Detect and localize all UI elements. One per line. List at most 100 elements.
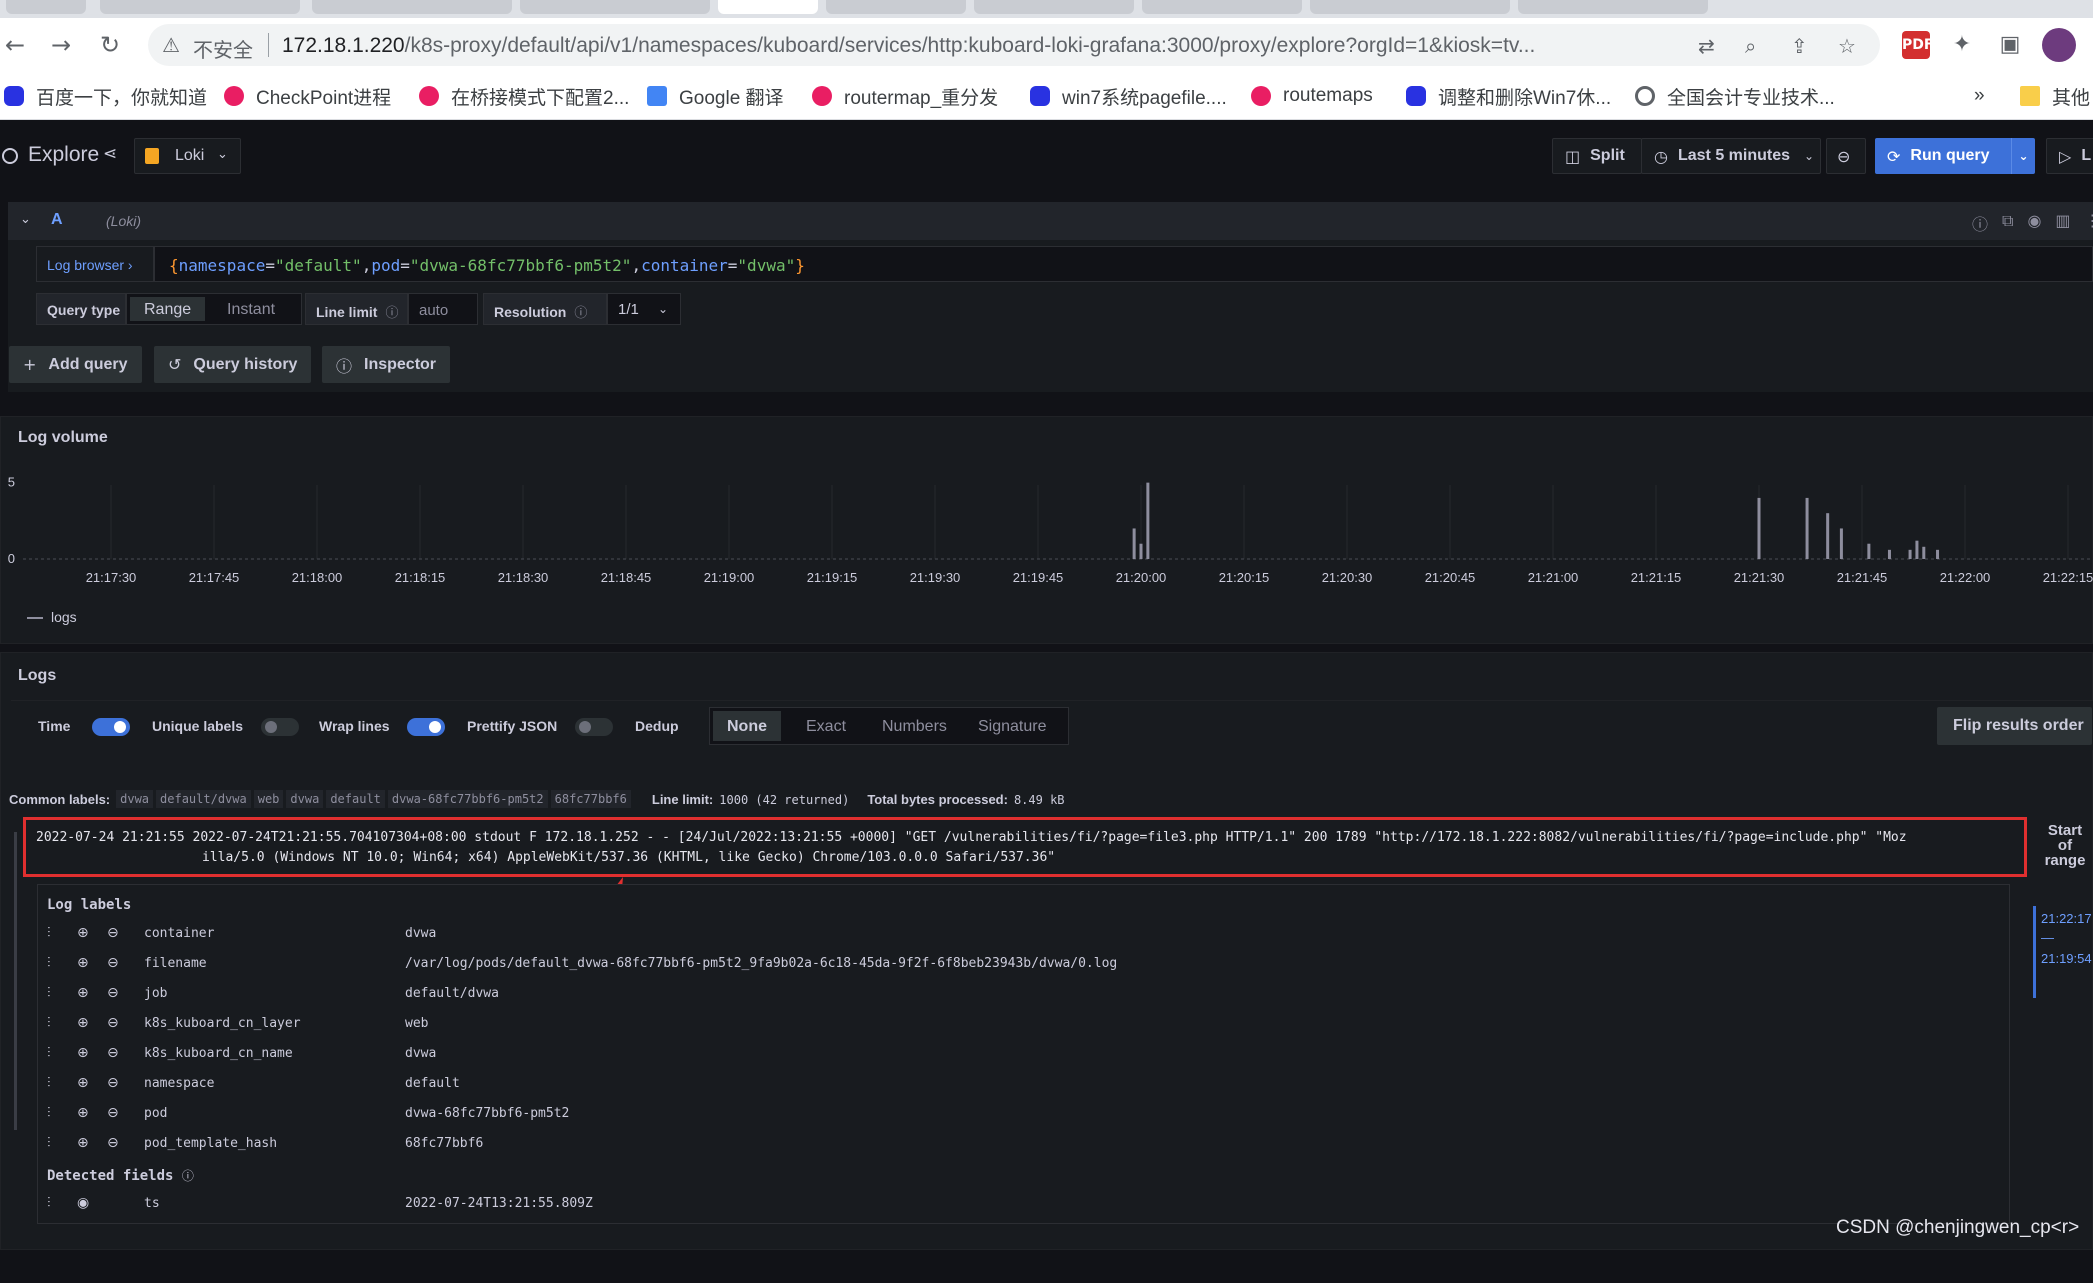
other-bookmarks-folder[interactable]: 其他 bbox=[2020, 83, 2090, 109]
query-ref-id[interactable]: A bbox=[51, 211, 63, 229]
filter-for-value-icon[interactable]: ⊕ bbox=[77, 1075, 89, 1091]
bookmark-star-icon[interactable]: ☆ bbox=[1838, 34, 1856, 58]
filter-out-value-icon[interactable]: ⊖ bbox=[107, 1015, 119, 1031]
share-page-icon[interactable]: ⇪ bbox=[1791, 34, 1808, 58]
duplicate-icon[interactable]: ⧉ bbox=[2002, 211, 2013, 235]
browser-tab[interactable] bbox=[100, 0, 300, 14]
side-panel-icon[interactable]: ▣ bbox=[1996, 31, 2024, 59]
start-of-range-button[interactable]: Start of range bbox=[2041, 823, 2089, 868]
scrollbar[interactable] bbox=[14, 832, 17, 1130]
stats-icon[interactable]: ⫶ bbox=[47, 1015, 51, 1031]
filter-out-value-icon[interactable]: ⊖ bbox=[107, 1045, 119, 1061]
eye-icon[interactable]: ◉ bbox=[2027, 211, 2041, 235]
browser-tab[interactable] bbox=[974, 0, 1134, 14]
filter-out-value-icon[interactable]: ⊖ bbox=[107, 955, 119, 971]
log-browser-button[interactable]: Log browser › bbox=[36, 246, 154, 282]
filter-for-value-icon[interactable]: ⊕ bbox=[77, 955, 89, 971]
wrap-lines-toggle[interactable] bbox=[407, 718, 445, 736]
line-limit-input[interactable]: auto bbox=[408, 293, 478, 325]
browser-tab[interactable] bbox=[520, 0, 710, 14]
split-button[interactable]: ◫ Split bbox=[1552, 138, 1642, 174]
stats-icon[interactable]: ⫶ bbox=[47, 1045, 51, 1061]
filter-out-value-icon[interactable]: ⊖ bbox=[107, 925, 119, 941]
browser-tab[interactable] bbox=[6, 0, 86, 14]
bookmark-item[interactable]: 调整和删除Win7休... bbox=[1406, 83, 1611, 109]
bookmarks-more-button[interactable]: » bbox=[1974, 83, 1985, 109]
browser-tab[interactable] bbox=[826, 0, 966, 14]
collapse-icon[interactable]: ⌄ bbox=[20, 212, 31, 227]
bookmark-item[interactable]: routemaps bbox=[1251, 83, 1373, 109]
filter-for-value-icon[interactable]: ⊕ bbox=[77, 1135, 89, 1151]
help-icon[interactable]: ⓘ bbox=[1972, 211, 1988, 235]
filter-for-value-icon[interactable]: ⊕ bbox=[77, 1105, 89, 1121]
query-type-instant[interactable]: Instant bbox=[213, 297, 289, 321]
filter-for-value-icon[interactable]: ⊕ bbox=[77, 1015, 89, 1031]
legend-label[interactable]: logs bbox=[51, 609, 77, 625]
bookmark-item[interactable]: Google 翻译 bbox=[647, 83, 784, 109]
add-query-button[interactable]: + Add query bbox=[9, 346, 142, 383]
bookmark-item[interactable]: routermap_重分发 bbox=[812, 83, 998, 109]
dedup-signature[interactable]: Signature bbox=[964, 711, 1061, 741]
forward-icon[interactable]: → bbox=[47, 31, 75, 59]
live-button[interactable]: ▷ L bbox=[2046, 138, 2093, 174]
filter-out-value-icon[interactable]: ⊖ bbox=[107, 1105, 119, 1121]
stats-icon[interactable]: ⫶ bbox=[47, 985, 51, 1001]
browser-tab-active[interactable] bbox=[718, 0, 818, 14]
unique-labels-toggle[interactable] bbox=[261, 718, 299, 736]
translate-icon[interactable]: ⇄ bbox=[1698, 34, 1715, 58]
stats-icon[interactable]: ⫶ bbox=[47, 1135, 51, 1151]
browser-tab[interactable] bbox=[312, 0, 512, 14]
query-editor-input[interactable]: {namespace="default",pod="dvwa-68fc77bbf… bbox=[154, 246, 2093, 282]
run-options-caret[interactable]: ⌄ bbox=[2011, 138, 2035, 174]
run-query-button[interactable]: ⟳ Run query ⌄ bbox=[1875, 138, 2035, 174]
bookmark-item[interactable]: win7系统pagefile.... bbox=[1030, 83, 1227, 109]
datasource-picker[interactable]: Loki ⌄ bbox=[134, 138, 241, 174]
prettify-json-toggle[interactable] bbox=[575, 718, 613, 736]
pdf-extension-icon[interactable]: PDF bbox=[1902, 31, 1933, 59]
dedup-exact[interactable]: Exact bbox=[792, 711, 860, 741]
zoom-out-button[interactable]: ⊖ bbox=[1826, 138, 1866, 174]
back-icon[interactable]: ← bbox=[1, 31, 29, 59]
share-icon[interactable]: ⋖ bbox=[103, 144, 117, 164]
time-toggle[interactable] bbox=[92, 718, 130, 736]
reload-icon[interactable]: ↻ bbox=[96, 31, 124, 59]
stats-icon[interactable]: ⫶ bbox=[47, 1075, 51, 1091]
range-bottom-time[interactable]: 21:19:54 bbox=[2041, 951, 2092, 966]
inspector-button[interactable]: ⓘ Inspector bbox=[322, 346, 451, 383]
filter-out-value-icon[interactable]: ⊖ bbox=[107, 1075, 119, 1091]
profile-avatar[interactable] bbox=[2042, 28, 2076, 62]
url-text[interactable]: 172.18.1.220/k8s-proxy/default/api/v1/na… bbox=[282, 34, 1535, 58]
filter-for-value-icon[interactable]: ⊕ bbox=[77, 925, 89, 941]
filter-for-value-icon[interactable]: ⊕ bbox=[77, 985, 89, 1001]
flip-results-order-button[interactable]: Flip results order bbox=[1937, 707, 2092, 745]
bookmark-item[interactable]: 在桥接模式下配置2... bbox=[419, 83, 629, 109]
filter-out-value-icon[interactable]: ⊖ bbox=[107, 1135, 119, 1151]
drag-handle-icon[interactable]: ⋮ bbox=[2085, 211, 2093, 235]
bookmark-item[interactable]: 百度一下，你就知道 bbox=[4, 83, 207, 109]
zoom-icon[interactable]: ⌕ bbox=[1745, 34, 1756, 58]
stats-icon[interactable]: ⫶ bbox=[47, 1195, 51, 1211]
browser-tab[interactable] bbox=[1518, 0, 1708, 14]
extensions-puzzle-icon[interactable]: ✦ bbox=[1948, 31, 1976, 59]
range-top-time[interactable]: 21:22:17 bbox=[2041, 911, 2092, 926]
eye-icon[interactable]: ◉ bbox=[77, 1195, 89, 1211]
bookmark-item[interactable]: 全国会计专业技术... bbox=[1635, 83, 1835, 109]
time-range-picker[interactable]: ◷ Last 5 minutes ⌄ bbox=[1641, 138, 1821, 174]
stats-icon[interactable]: ⫶ bbox=[47, 955, 51, 971]
filter-for-value-icon[interactable]: ⊕ bbox=[77, 1045, 89, 1061]
query-type-range[interactable]: Range bbox=[130, 297, 206, 321]
volume-bar bbox=[1132, 528, 1136, 559]
dedup-none[interactable]: None bbox=[713, 711, 781, 741]
log-row-highlighted[interactable]: 2022-07-24 21:21:55 2022-07-24T21:21:55.… bbox=[23, 817, 2027, 877]
browser-tab[interactable] bbox=[1310, 0, 1510, 14]
trash-icon[interactable]: ▥ bbox=[2055, 211, 2070, 235]
dedup-numbers[interactable]: Numbers bbox=[868, 711, 961, 741]
stats-icon[interactable]: ⫶ bbox=[47, 925, 51, 941]
query-history-button[interactable]: ↺ Query history bbox=[154, 346, 312, 383]
stats-icon[interactable]: ⫶ bbox=[47, 1105, 51, 1121]
resolution-select[interactable]: 1/1 ⌄ bbox=[607, 293, 681, 325]
browser-tab[interactable] bbox=[1142, 0, 1302, 14]
bookmark-item[interactable]: CheckPoint进程 bbox=[224, 83, 391, 109]
filter-out-value-icon[interactable]: ⊖ bbox=[107, 985, 119, 1001]
address-bar[interactable]: ⚠ 不安全 172.18.1.220/k8s-proxy/default/api… bbox=[148, 24, 1880, 66]
